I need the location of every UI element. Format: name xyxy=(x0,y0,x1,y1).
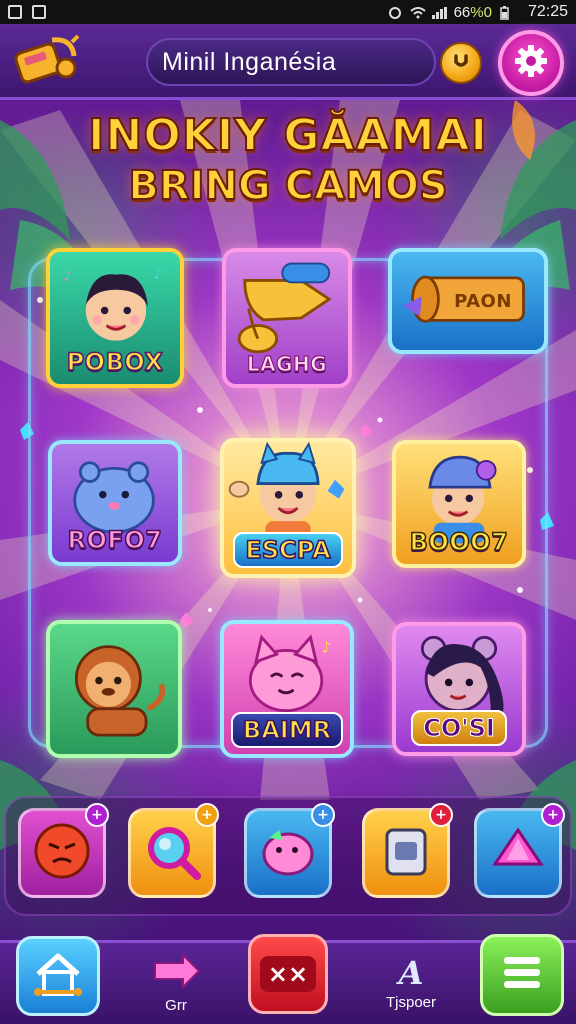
game-title: INOKIY GĂAMAI BRING CAMOS xyxy=(0,110,576,210)
nav-menu-button[interactable] xyxy=(480,934,564,1016)
coin-icon xyxy=(450,50,472,77)
page-title: Minil Inganésia xyxy=(146,38,436,86)
clock: 72:25 xyxy=(527,3,568,20)
settings-button[interactable] xyxy=(498,30,564,96)
nav-close-button[interactable]: ×× xyxy=(248,934,328,1014)
svg-text:♪: ♪ xyxy=(154,267,162,282)
game-tile-rofo7[interactable]: ROFO7 xyxy=(48,440,182,566)
game-title-line-2: BRING CAMOS xyxy=(127,163,448,210)
item-creature[interactable]: + xyxy=(244,803,335,898)
svg-text:♪: ♪ xyxy=(322,638,332,656)
item-badge: + xyxy=(429,803,453,827)
letter-a-icon: A xyxy=(398,953,424,992)
arrow-icon xyxy=(149,951,203,995)
item-badge: + xyxy=(85,803,109,827)
nav-profile-label: Tjspoer xyxy=(385,993,437,1011)
wifi-icon xyxy=(409,6,426,19)
notification-icon xyxy=(8,5,22,19)
nav-home-button[interactable] xyxy=(16,936,100,1016)
game-tile-escpa[interactable]: ESCPA xyxy=(220,438,356,578)
item-badge: + xyxy=(195,803,219,827)
nav-profile-button[interactable]: A Tjspoer xyxy=(366,944,456,1020)
svg-text:♪: ♪ xyxy=(63,269,71,284)
item-badge: + xyxy=(541,803,565,827)
tile-label: CO'SI xyxy=(411,710,507,746)
game-tile-booo7[interactable]: BOOO7 xyxy=(392,440,526,568)
close-icon: ×× xyxy=(259,956,317,992)
tile-label: ROFO7 xyxy=(67,525,163,555)
signal-icon xyxy=(431,6,447,19)
tile-label: BAIMR xyxy=(230,712,344,748)
coin-button[interactable] xyxy=(440,42,482,84)
lion-character-icon xyxy=(74,645,166,737)
status-bar: 66%0 72:25 xyxy=(0,0,576,24)
nav-gift-label: Grr xyxy=(165,996,187,1014)
item-device[interactable]: + xyxy=(362,803,453,898)
item-badge: + xyxy=(311,803,335,827)
angry-face-icon xyxy=(31,820,93,886)
game-tile-laghg[interactable]: LAGHG xyxy=(222,248,352,388)
app-header: Minil Inganésia xyxy=(0,24,576,100)
game-tile-pobox[interactable]: ♪ ♪ POBOX xyxy=(46,248,184,388)
tile-label: LAGHG xyxy=(246,351,328,376)
game-tile-lion[interactable] xyxy=(46,620,182,758)
gear-icon xyxy=(513,43,549,83)
app-logo[interactable] xyxy=(12,32,82,88)
tile-label: PAON xyxy=(454,290,512,312)
tile-label: ESCPA xyxy=(233,532,343,568)
item-magnifier[interactable]: + xyxy=(128,803,219,898)
alarm-icon xyxy=(388,6,402,19)
game-title-line-1: INOKIY GĂAMAI xyxy=(87,110,488,161)
battery-text: 66%0 xyxy=(453,3,492,21)
game-tile-baimr[interactable]: ♪ BAIMR xyxy=(220,620,354,758)
item-gem[interactable]: + xyxy=(474,803,565,898)
nav-gift-button[interactable]: Grr xyxy=(138,944,214,1020)
gem-icon xyxy=(487,820,549,886)
device-icon xyxy=(375,820,437,886)
tile-label: BOOO7 xyxy=(409,527,509,557)
creature-icon xyxy=(257,820,319,886)
game-tile-paon[interactable]: PAON xyxy=(388,248,548,354)
game-tile-cosi[interactable]: CO'SI xyxy=(392,622,526,756)
app-notification-icon xyxy=(32,5,46,19)
item-angry-face[interactable]: + xyxy=(18,803,109,898)
home-icon xyxy=(30,946,86,1006)
tile-label: POBOX xyxy=(66,347,164,377)
battery-icon xyxy=(500,6,514,20)
magnifier-icon xyxy=(141,820,203,886)
menu-icon xyxy=(498,951,546,999)
